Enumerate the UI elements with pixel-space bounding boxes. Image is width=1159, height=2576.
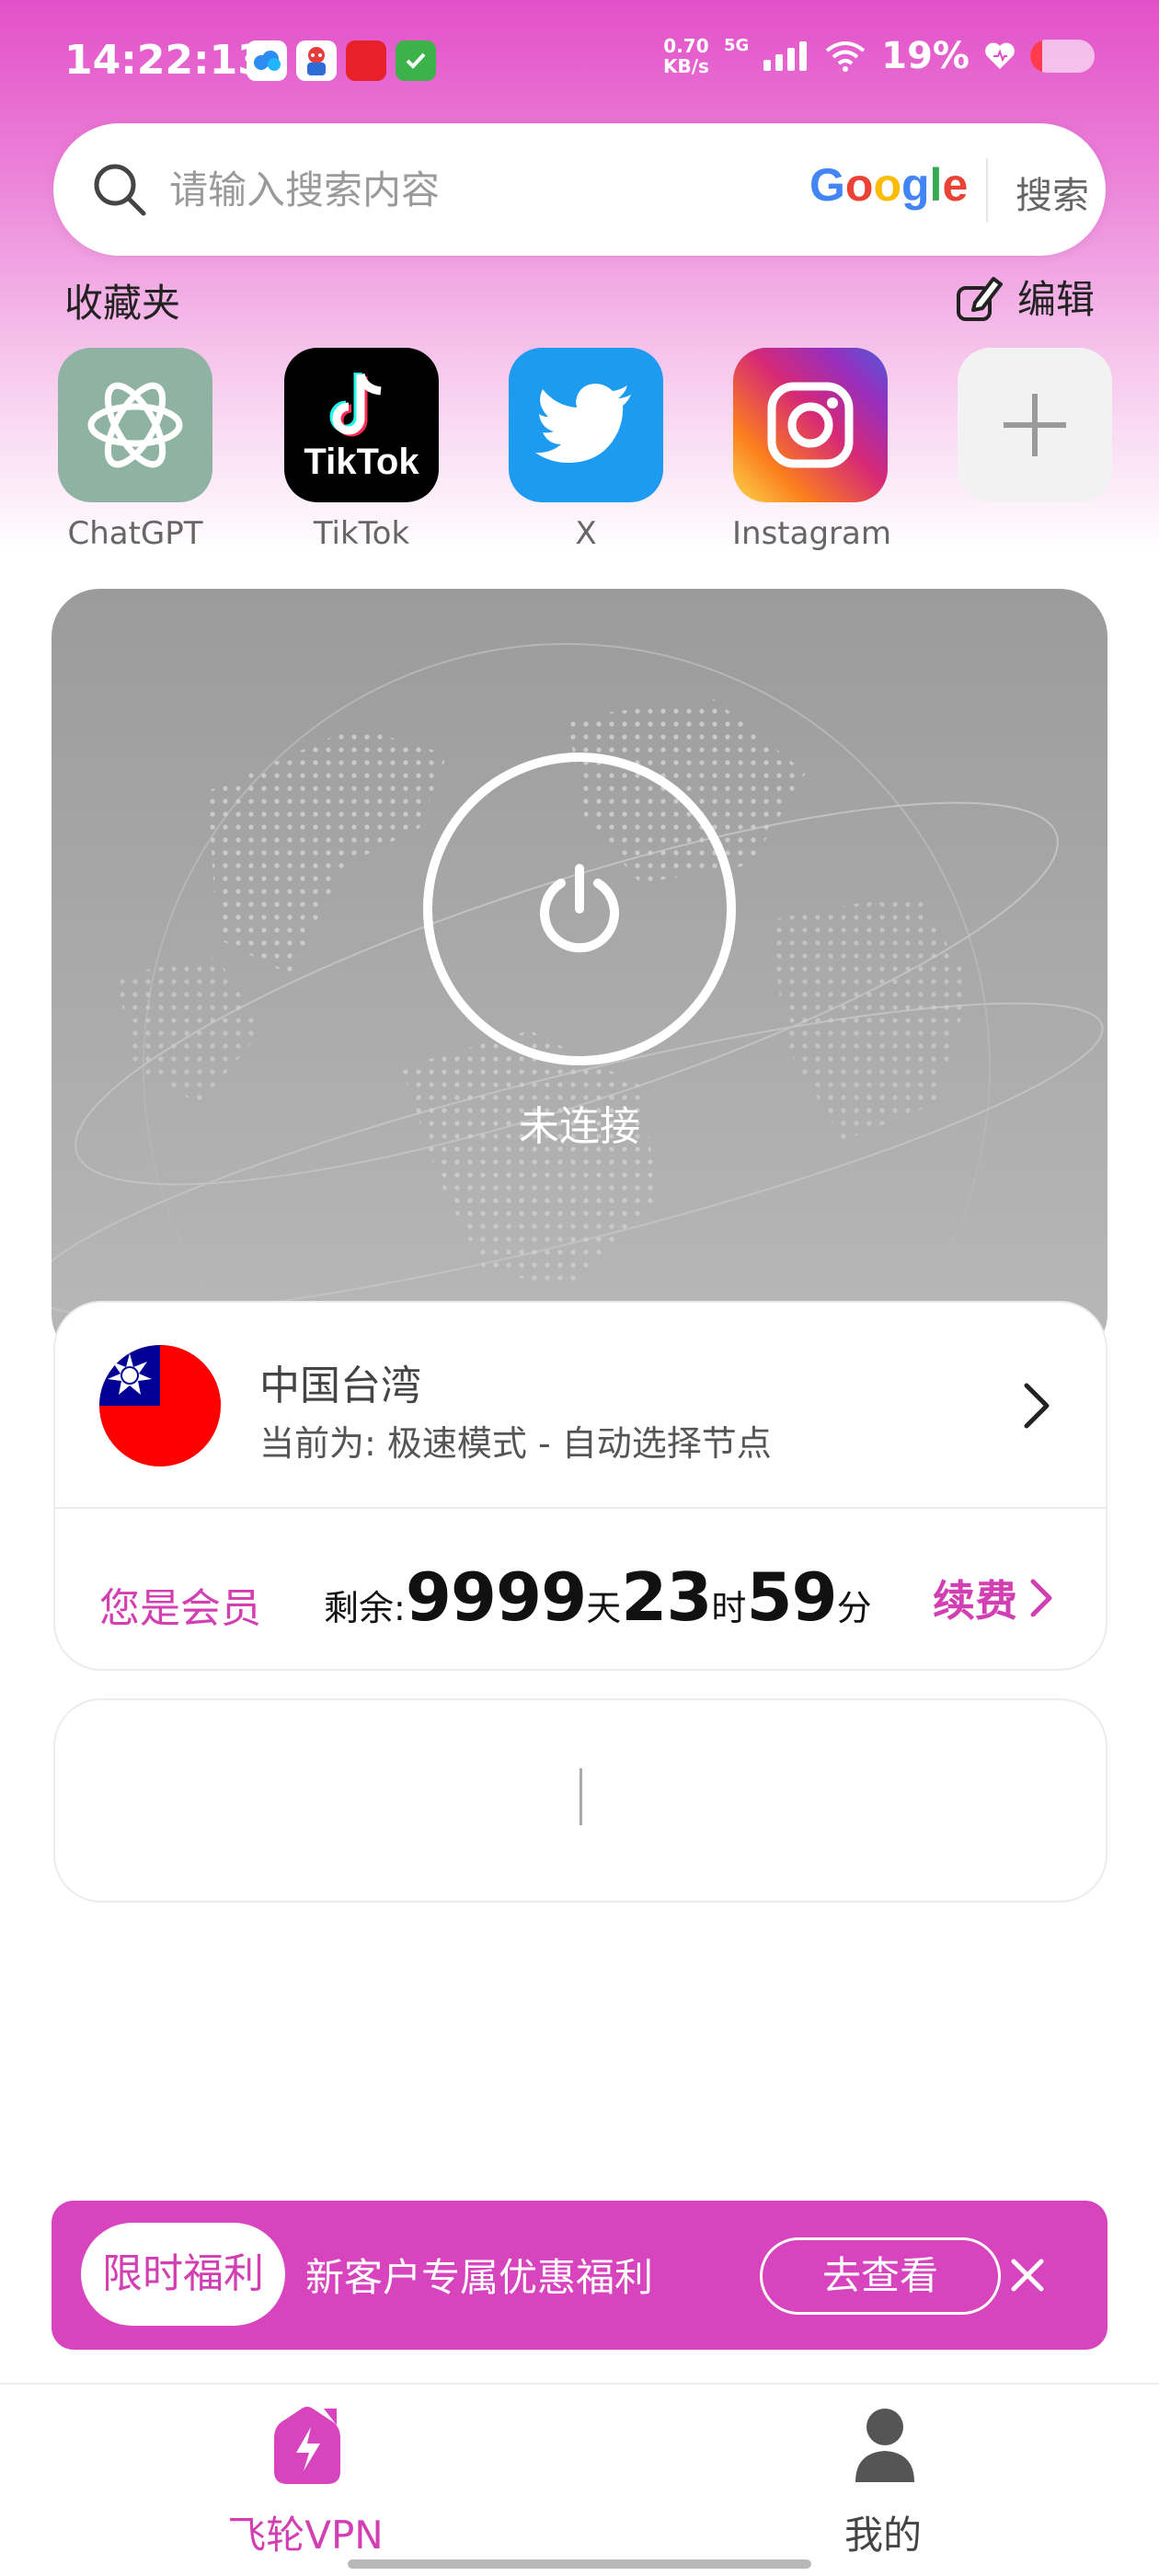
power-icon (540, 864, 619, 953)
edit-button[interactable]: 编辑 (955, 269, 1095, 325)
chatgpt-icon (58, 348, 212, 502)
promo-banner[interactable]: 限时福利 新客户专属优惠福利 去查看 (52, 2201, 1107, 2350)
minutes-unit: 分 (836, 1588, 872, 1628)
search-divider (986, 158, 988, 223)
status-time: 14:22:13 (64, 37, 266, 84)
nav-label-profile: 我的 (843, 2513, 922, 2558)
remaining-minutes: 59 (746, 1558, 837, 1636)
favorite-label: ChatGPT (67, 515, 203, 552)
favorite-label: TikTok (313, 515, 410, 552)
wifi-icon (826, 41, 866, 72)
ad-placeholder-card (53, 1698, 1107, 1903)
favorite-item-instagram[interactable]: Instagram (732, 348, 891, 552)
favorites-row: ChatGPT TikTok TikTok X Instagram (57, 348, 1124, 559)
network-speed: 0.70 KB/s (663, 36, 709, 76)
network-speed-unit: KB/s (662, 55, 709, 77)
taiwan-flag-icon (99, 1345, 221, 1466)
nav-label-home: 飞轮VPN (227, 2513, 384, 2558)
promo-badge: 限时福利 (81, 2223, 285, 2326)
promo-view-button[interactable]: 去查看 (760, 2237, 1001, 2315)
tiktok-icon: TikTok (284, 348, 439, 502)
edit-icon (956, 276, 1003, 321)
mascot-app-icon (296, 40, 337, 81)
google-logo[interactable]: Google (809, 158, 968, 212)
favorites-title: 收藏夹 (64, 281, 181, 326)
chevron-right-icon[interactable] (1023, 1382, 1050, 1430)
remaining-prefix: 剩余: (324, 1588, 406, 1628)
search-input[interactable] (169, 162, 758, 217)
favorite-label: Instagram (732, 515, 891, 552)
instagram-icon (733, 348, 888, 502)
battery-icon (1030, 40, 1095, 73)
plus-icon (958, 348, 1112, 502)
red-app-icon (346, 40, 386, 81)
chevron-right-icon (1030, 1579, 1052, 1617)
favorite-item-x[interactable]: X (508, 348, 664, 552)
cloud-app-icon (247, 40, 287, 81)
health-heart-icon (985, 42, 1015, 69)
network-type: 5G (723, 35, 750, 55)
twitter-bird-icon (509, 348, 663, 502)
node-name[interactable]: 中国台湾 (259, 1352, 421, 1411)
connection-status: 未连接 (519, 1103, 640, 1150)
node-mode: 当前为: 极速模式 - 自动选择节点 (259, 1423, 772, 1464)
remaining-time: 剩余: 9999 天 23 时 59 分 (324, 1558, 872, 1636)
green-check-app-icon (396, 40, 436, 81)
days-unit: 天 (586, 1588, 622, 1628)
close-icon[interactable] (1003, 2250, 1052, 2300)
battery-level (1030, 40, 1043, 73)
nav-item-profile[interactable]: 我的 (690, 2385, 1076, 2576)
status-bar: 14:22:13 0.70 KB/s 5G 19% (0, 0, 1159, 123)
bottom-navigation: 飞轮VPN 我的 (0, 2383, 1159, 2576)
add-favorite-button[interactable] (957, 348, 1113, 515)
vpn-info-card: 中国台湾 当前为: 极速模式 - 自动选择节点 您是会员 剩余: 9999 天 … (53, 1301, 1107, 1671)
search-button[interactable]: 搜索 (1016, 166, 1089, 219)
favorite-item-chatgpt[interactable]: ChatGPT (57, 348, 213, 552)
home-indicator[interactable] (348, 2559, 811, 2569)
search-icon (94, 164, 146, 216)
search-bar[interactable]: Google 搜索 (53, 123, 1106, 256)
user-icon (855, 2409, 914, 2482)
signal-icon (763, 41, 808, 71)
favorite-label: X (575, 515, 597, 552)
promo-text: 新客户专属优惠福利 (305, 2255, 654, 2300)
status-right: 0.70 KB/s 5G 19% (663, 35, 1095, 77)
renew-label: 续费 (933, 1576, 1017, 1626)
renew-button[interactable]: 续费 (933, 1568, 1052, 1628)
connect-power-button[interactable] (423, 753, 736, 1065)
network-speed-value: 0.70 (663, 35, 709, 57)
member-label: 您是会员 (99, 1585, 261, 1632)
card-divider (55, 1507, 1106, 1509)
loading-caret (580, 1768, 582, 1825)
remaining-hours: 23 (621, 1558, 712, 1636)
home-bolt-icon (274, 2407, 340, 2484)
edit-label: 编辑 (1016, 277, 1095, 322)
remaining-days: 9999 (405, 1558, 587, 1636)
favorite-item-tiktok[interactable]: TikTok TikTok (283, 348, 440, 552)
vpn-connect-panel: 未连接 (52, 589, 1107, 1362)
battery-percent: 19% (881, 35, 970, 77)
hours-unit: 时 (711, 1588, 747, 1628)
notification-icons (247, 40, 436, 81)
nav-item-home[interactable]: 飞轮VPN (112, 2385, 499, 2576)
